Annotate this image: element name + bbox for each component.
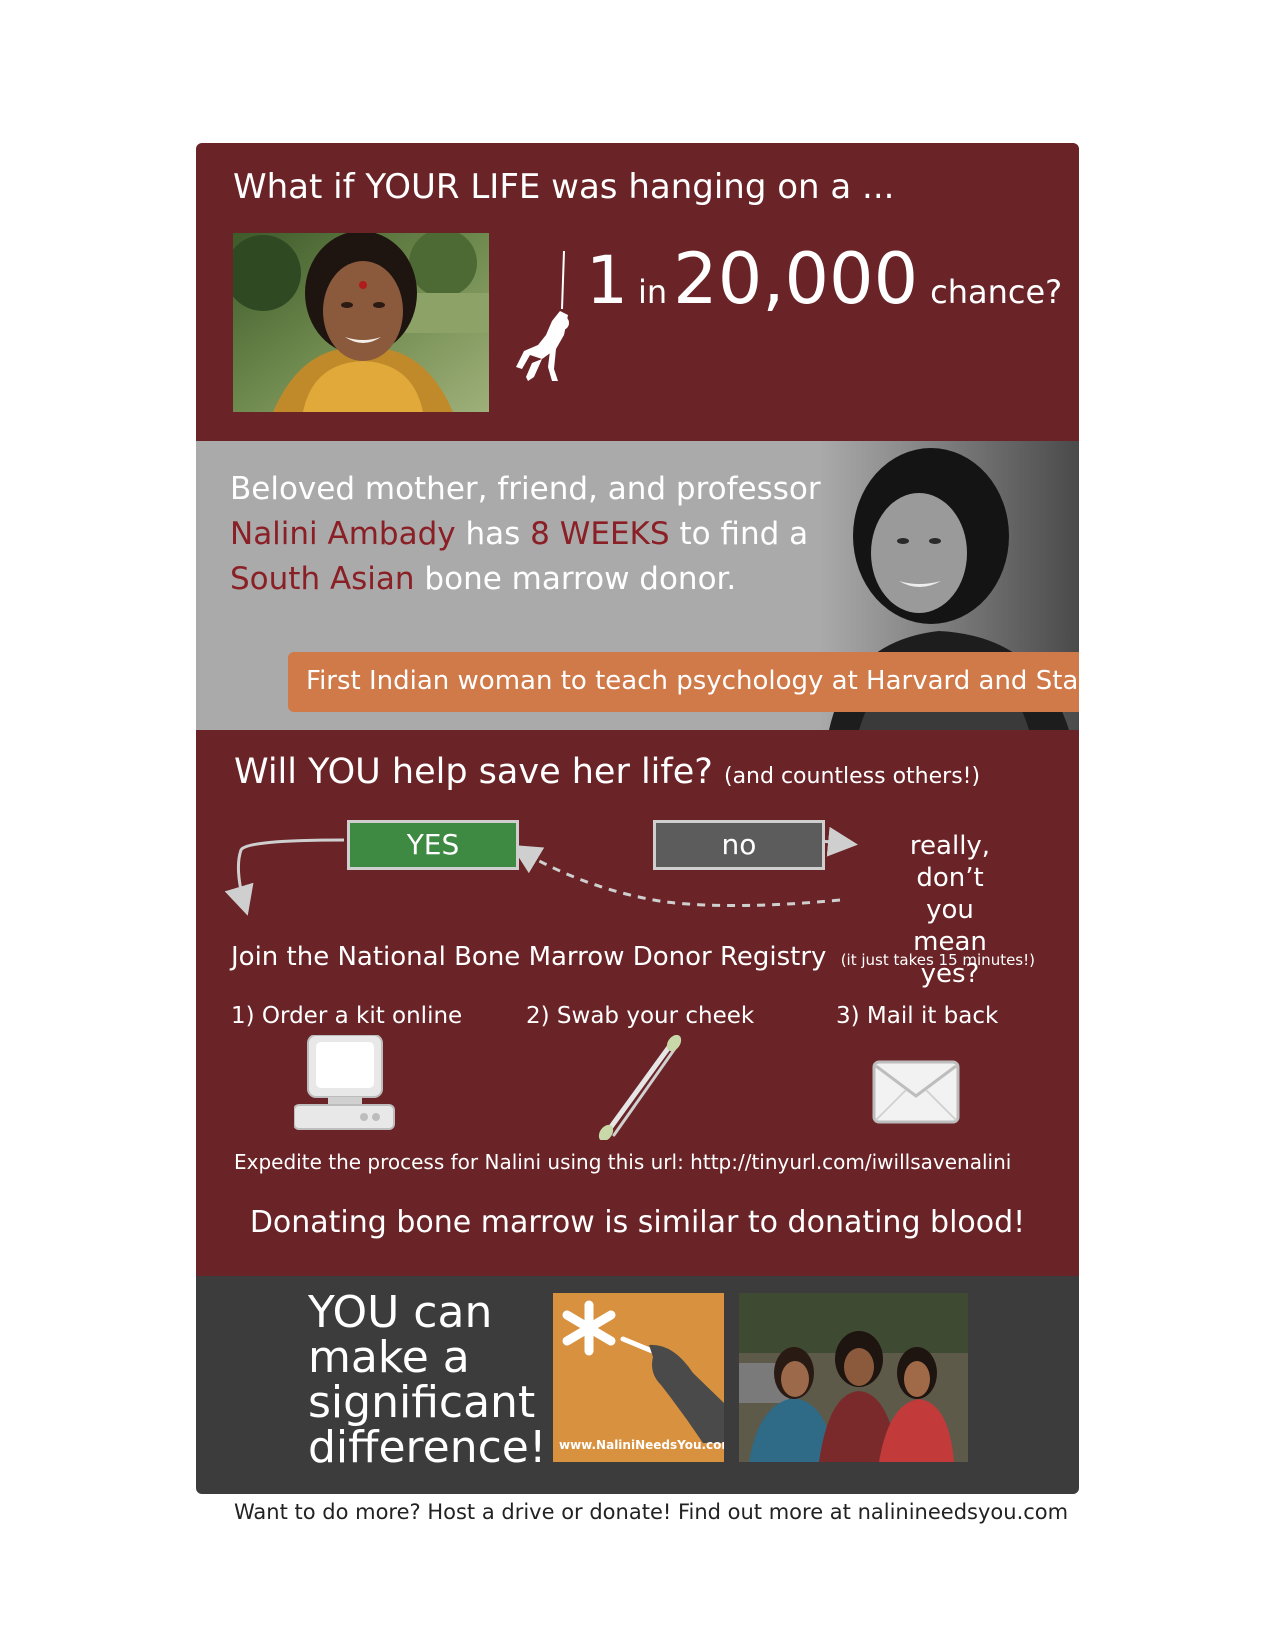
- story-line-2: Nalini Ambady has 8 WEEKS to find a: [230, 516, 809, 552]
- patient-name: Nalini Ambady: [230, 516, 456, 552]
- envelope-icon: [872, 1060, 960, 1124]
- computer-icon: [294, 1035, 395, 1130]
- portrait-photo-young: [233, 233, 489, 412]
- no-button[interactable]: no: [653, 820, 825, 870]
- join-registry: Join the National Bone Marrow Donor Regi…: [231, 942, 1035, 972]
- headline: What if YOUR LIFE was hanging on a ...: [233, 167, 895, 207]
- story-line-3: South Asian bone marrow donor.: [230, 561, 737, 597]
- story-line-1: Beloved mother, friend, and professor: [230, 471, 821, 507]
- achievement-banner: First Indian woman to teach psychology a…: [288, 652, 1079, 712]
- difference-section: YOU can make a significant difference! w…: [196, 1276, 1079, 1494]
- odds-chance: chance?: [930, 273, 1063, 311]
- yes-button[interactable]: YES: [347, 820, 519, 870]
- you-can-text: YOU can make a significant difference!: [308, 1287, 547, 1473]
- hand-swab-icon: [620, 1336, 724, 1443]
- donor-ethnicity: South Asian: [230, 561, 415, 597]
- story-section: Beloved mother, friend, and professor Na…: [196, 441, 1079, 730]
- hero-section: What if YOUR LIFE was hanging on a ... 1…: [196, 143, 1079, 441]
- step-swab-cheek: 2) Swab your cheek: [526, 1003, 755, 1029]
- asterisk-icon: [562, 1300, 616, 1356]
- yes-arrow: [224, 838, 345, 916]
- group-photo: [739, 1293, 968, 1462]
- flyer-card: What if YOUR LIFE was hanging on a ... 1…: [196, 143, 1079, 1494]
- promo-url: www.NaliniNeedsYou.com: [559, 1438, 724, 1452]
- call-to-action-section: Will YOU help save her life? (and countl…: [196, 730, 1079, 1276]
- odds-one: 1: [586, 242, 628, 319]
- odds-statement: 1 in20,000 chance?: [586, 238, 1062, 320]
- odds-number: 20,000: [673, 238, 919, 320]
- weeks-remaining: 8 WEEKS: [530, 516, 670, 552]
- climber-icon: [516, 251, 569, 381]
- achievement-text: First Indian woman to teach psychology a…: [306, 666, 1079, 696]
- footer-text: Want to do more? Host a drive or donate!…: [234, 1500, 1069, 1524]
- expedite-url-text: Expedite the process for Nalini using th…: [234, 1150, 1012, 1174]
- step-order-kit: 1) Order a kit online: [231, 1003, 463, 1029]
- cotton-swab-icon: [598, 1035, 682, 1140]
- donating-statement: Donating bone marrow is similar to donat…: [249, 1205, 1026, 1240]
- story-text: Beloved mother, friend, and professor Na…: [230, 467, 830, 602]
- promo-logo: www.NaliniNeedsYou.com: [553, 1293, 724, 1462]
- join-note: (it just takes 15 minutes!): [840, 951, 1035, 969]
- step-mail-back: 3) Mail it back: [836, 1003, 999, 1029]
- odds-in: in: [638, 273, 668, 311]
